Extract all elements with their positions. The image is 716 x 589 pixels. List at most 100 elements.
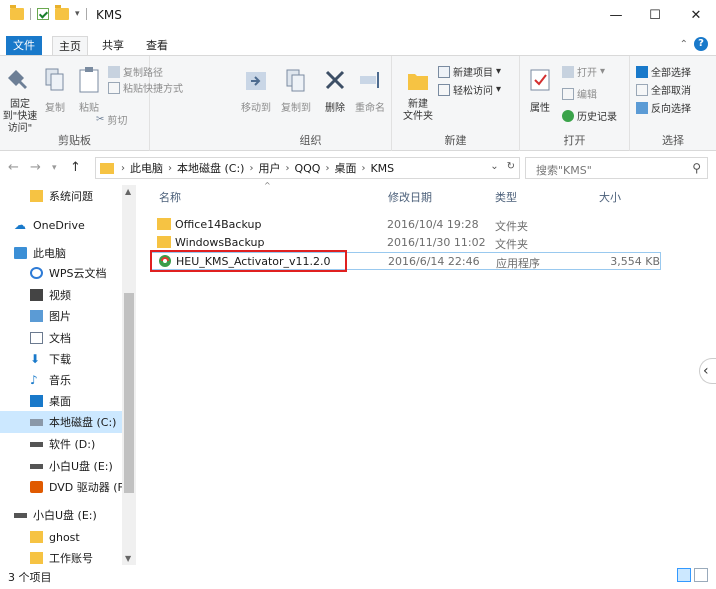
new-item-icon <box>438 65 450 78</box>
nav-item-local-disk-c[interactable]: 本地磁盘 (C:) <box>0 411 122 433</box>
up-arrow-icon[interactable]: ↑ <box>70 160 81 175</box>
copy-to-button[interactable]: 复制到 <box>276 66 316 114</box>
details-view-icon[interactable] <box>677 568 691 582</box>
back-arrow-icon[interactable]: ← <box>8 160 19 175</box>
maximize-button[interactable]: ☐ <box>640 5 670 27</box>
rename-button[interactable]: 重命名 <box>352 66 388 114</box>
breadcrumb-item[interactable]: 桌面 <box>334 160 356 176</box>
chevron-down-icon[interactable]: ⌄ <box>490 161 498 172</box>
large-icons-view-icon[interactable] <box>694 568 708 582</box>
column-header-size[interactable]: 大小 <box>599 185 621 211</box>
nav-item-label: 工作账号 <box>49 552 93 565</box>
nav-item-usb-e-root[interactable]: 小白U盘 (E:) <box>0 504 122 526</box>
nav-item-system-issues[interactable]: 系统问题 <box>0 185 122 207</box>
breadcrumb-item[interactable]: 此电脑 <box>130 160 163 176</box>
address-row: ← → ▾ ↑ › 此电脑 › 本地磁盘 (C:) › 用户 › QQQ › 桌… <box>0 151 716 185</box>
pin-label: 固定到"快速访问" <box>2 99 38 134</box>
scroll-down-arrow-icon[interactable]: ▼ <box>125 554 131 563</box>
new-folder-button[interactable]: 新建 文件夹 <box>400 66 436 123</box>
new-item-button[interactable]: 新建项目 ▾ <box>438 64 501 79</box>
column-header-name[interactable]: 名称 <box>159 185 181 211</box>
nav-item-documents[interactable]: 文档 <box>0 327 122 349</box>
pin-quick-access-button[interactable]: 固定到"快速访问" <box>2 66 38 135</box>
history-button[interactable]: 历史记录 <box>562 108 617 123</box>
tab-file[interactable]: 文件 <box>6 36 42 56</box>
nav-item-this-pc[interactable]: 此电脑 <box>0 242 122 264</box>
refresh-icon[interactable]: ↻ <box>507 161 515 172</box>
select-group: 全部选择 全部取消 反向选择 选择 <box>630 56 716 151</box>
nav-item-usb-e[interactable]: 小白U盘 (E:) <box>0 455 122 477</box>
tab-view[interactable]: 查看 <box>142 36 172 56</box>
forward-arrow-icon[interactable]: → <box>30 160 41 175</box>
nav-item-videos[interactable]: 视频 <box>0 284 122 306</box>
scroll-up-arrow-icon[interactable]: ▲ <box>125 187 131 196</box>
chevron-right-icon[interactable]: › <box>285 163 289 174</box>
new-folder-icon[interactable] <box>55 5 69 20</box>
select-all-button[interactable]: 全部选择 <box>636 64 691 79</box>
easy-access-button[interactable]: 轻松访问 ▾ <box>438 82 501 97</box>
edit-button[interactable]: 编辑 <box>562 86 597 101</box>
file-row[interactable]: Office14Backup 2016/10/4 19:28 文件夹 <box>151 216 661 234</box>
navigation-scrollbar[interactable]: ▲ ▼ <box>122 185 136 565</box>
nav-item-desktop[interactable]: 桌面 <box>0 390 122 412</box>
open-button[interactable]: 打开 ▾ <box>562 64 605 79</box>
nav-item-wps-cloud[interactable]: WPS云文档 <box>0 262 122 284</box>
chevron-right-icon[interactable]: › <box>249 163 253 174</box>
customize-toolbar-arrow-icon[interactable]: ▾ <box>75 9 80 19</box>
move-to-label: 移动到 <box>241 103 271 114</box>
nav-item-label: 小白U盘 (E:) <box>33 509 97 522</box>
close-button[interactable]: ✕ <box>681 5 711 27</box>
file-list: 名称 ^ 修改日期 类型 大小 Office14Backup 2016/10/4… <box>137 181 707 565</box>
nav-item-work-account[interactable]: 工作账号 <box>0 547 122 565</box>
paste-button[interactable]: 粘贴 <box>74 66 104 114</box>
search-icon[interactable]: ⚲ <box>692 161 701 175</box>
breadcrumb-item[interactable]: 本地磁盘 (C:) <box>177 160 244 176</box>
breadcrumb-item[interactable]: 用户 <box>258 160 280 176</box>
chevron-right-icon[interactable]: › <box>168 163 172 174</box>
column-size-label: 大小 <box>599 191 621 204</box>
nav-item-label: WPS云文档 <box>49 267 107 280</box>
computer-icon <box>14 247 27 259</box>
scrollbar-thumb[interactable] <box>124 293 134 493</box>
nav-item-dvd-f[interactable]: DVD 驱动器 (F:) <box>0 476 131 498</box>
recent-locations-icon[interactable]: ▾ <box>52 163 57 173</box>
invert-selection-button[interactable]: 反向选择 <box>636 100 691 115</box>
nav-item-onedrive[interactable]: ☁ OneDrive <box>0 214 122 236</box>
delete-button[interactable]: 删除 <box>320 66 350 114</box>
search-box[interactable]: 搜索"KMS" ⚲ <box>525 157 708 179</box>
address-controls: ⌄ ↻ <box>490 161 515 172</box>
tab-share[interactable]: 共享 <box>98 36 128 56</box>
breadcrumb-item[interactable]: QQQ <box>294 162 320 175</box>
nav-item-label: DVD 驱动器 (F:) <box>49 481 132 494</box>
help-icon[interactable]: ? <box>694 37 708 51</box>
properties-check-icon[interactable] <box>37 8 49 20</box>
copy-button[interactable]: 复制 <box>40 66 70 114</box>
nav-item-label: ghost <box>49 530 80 544</box>
nav-item-downloads[interactable]: ⬇ 下载 <box>0 348 122 370</box>
cut-button[interactable]: ✂ 剪切 <box>96 112 127 127</box>
chevron-right-icon[interactable]: › <box>121 163 125 174</box>
nav-item-label: 此电脑 <box>33 247 66 260</box>
nav-item-software-d[interactable]: 软件 (D:) <box>0 433 122 455</box>
chevron-right-icon[interactable]: › <box>361 163 365 174</box>
properties-button[interactable]: 属性 <box>524 66 556 114</box>
copy-path-button[interactable]: 复制路径 <box>108 64 163 79</box>
nav-item-pictures[interactable]: 图片 <box>0 305 122 327</box>
item-count: 3 个项目 <box>8 571 52 584</box>
breadcrumb-item[interactable]: KMS <box>370 162 394 175</box>
tab-home[interactable]: 主页 <box>52 36 88 56</box>
chevron-right-icon[interactable]: › <box>325 163 329 174</box>
address-bar[interactable]: › 此电脑 › 本地磁盘 (C:) › 用户 › QQQ › 桌面 › KMS … <box>95 157 520 179</box>
move-to-button[interactable]: 移动到 <box>236 66 276 114</box>
download-icon: ⬇ <box>30 352 41 366</box>
collapse-ribbon-icon[interactable]: ⌃ <box>680 39 688 50</box>
select-none-button[interactable]: 全部取消 <box>636 82 691 97</box>
column-header-date[interactable]: 修改日期 <box>388 185 432 211</box>
nav-item-ghost[interactable]: ghost <box>0 526 122 548</box>
column-header-type[interactable]: 类型 <box>495 185 517 211</box>
view-toggle <box>677 568 708 582</box>
paste-shortcut-button[interactable]: 粘贴快捷方式 <box>108 80 183 95</box>
minimize-button[interactable]: — <box>601 5 631 27</box>
nav-item-music[interactable]: ♪ 音乐 <box>0 369 122 391</box>
wps-cloud-icon <box>30 267 43 279</box>
